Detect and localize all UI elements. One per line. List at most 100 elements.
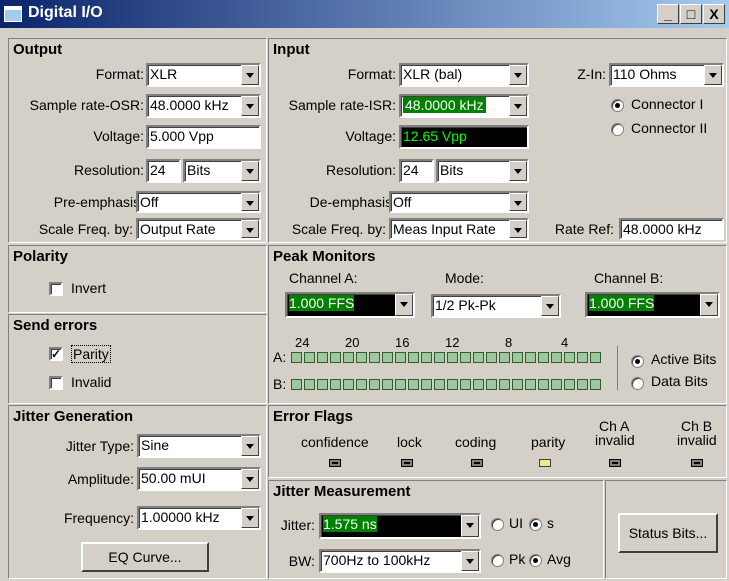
input-voltage-label: Voltage: <box>345 128 396 144</box>
minimize-button[interactable]: _ <box>657 4 679 24</box>
connector-1-radio[interactable] <box>611 99 624 112</box>
output-scale-select[interactable]: Output Rate <box>136 218 261 240</box>
bit-cell <box>564 379 575 390</box>
chevron-down-icon[interactable] <box>461 515 479 537</box>
bit-cell <box>473 352 484 363</box>
chevron-down-icon[interactable] <box>241 508 259 528</box>
chevron-down-icon[interactable] <box>509 193 527 211</box>
output-voltage-field[interactable]: 5.000 Vpp <box>146 125 261 149</box>
bit-cell <box>343 352 354 363</box>
status-bits-button[interactable]: Status Bits... <box>618 513 718 553</box>
cha-invalid-led <box>609 459 621 467</box>
bit-cell <box>486 379 497 390</box>
input-scale-select[interactable]: Meas Input Rate <box>389 218 529 240</box>
input-resolution-unit-select[interactable]: Bits <box>436 159 529 183</box>
chevron-down-icon[interactable] <box>241 161 259 181</box>
chevron-down-icon[interactable] <box>509 96 527 116</box>
bit-cell <box>343 379 354 390</box>
output-resolution-field[interactable]: 24 <box>146 159 181 183</box>
chevron-down-icon[interactable] <box>241 220 259 238</box>
bit-tick-16: 16 <box>395 335 410 350</box>
active-bits-radio[interactable] <box>631 355 644 368</box>
row-b-label: B: <box>273 376 287 392</box>
send-errors-header: Send errors <box>13 317 98 334</box>
output-format-select[interactable]: XLR <box>146 63 261 87</box>
status-bits-panel: Status Bits... <box>605 480 727 579</box>
parity-label: Parity <box>71 345 111 363</box>
amplitude-select[interactable]: 50.00 mUI <box>137 467 261 491</box>
bit-cell <box>577 352 588 363</box>
zin-value: 110 Ohms <box>613 66 677 82</box>
invert-checkbox[interactable] <box>49 282 63 296</box>
chevron-down-icon[interactable] <box>241 96 259 116</box>
chevron-down-icon[interactable] <box>700 294 718 316</box>
chevron-down-icon[interactable] <box>395 294 413 316</box>
output-sample-rate-select[interactable]: 48.0000 kHz <box>146 94 261 118</box>
chevron-down-icon[interactable] <box>704 65 722 85</box>
pk-radio[interactable] <box>491 554 504 567</box>
input-sample-rate-value: 48.0000 kHz <box>403 97 486 113</box>
chevron-down-icon[interactable] <box>509 220 527 238</box>
jitter-label: Jitter: <box>280 517 315 533</box>
input-deemphasis-select[interactable]: Off <box>389 191 529 213</box>
chevron-down-icon[interactable] <box>541 296 559 316</box>
ui-radio[interactable] <box>491 518 504 531</box>
input-resolution-unit-value: Bits <box>440 162 464 178</box>
send-errors-section: Send errors ✓ Parity Invalid <box>8 314 267 404</box>
mode-select[interactable]: 1/2 Pk-Pk <box>431 294 561 318</box>
connector-2-radio[interactable] <box>611 123 624 136</box>
frequency-select[interactable]: 1.00000 kHz <box>137 506 261 530</box>
bit-cell <box>382 379 393 390</box>
bit-cell <box>408 379 419 390</box>
data-bits-label: Data Bits <box>651 373 708 389</box>
bit-cell <box>551 379 562 390</box>
parity-led <box>539 459 551 467</box>
output-preemphasis-select[interactable]: Off <box>136 191 261 213</box>
output-sample-rate-value: 48.0000 kHz <box>150 97 229 113</box>
input-resolution-label: Resolution: <box>325 162 396 178</box>
jitter-type-select[interactable]: Sine <box>137 434 261 458</box>
error-flags-section: Error Flags confidence lock coding parit… <box>268 405 727 478</box>
chevron-down-icon[interactable] <box>241 436 259 456</box>
channel-b-label: Channel B: <box>594 270 664 286</box>
jitter-readout-select[interactable]: 1.575 ns <box>319 513 481 539</box>
output-resolution-unit-select[interactable]: Bits <box>183 159 261 183</box>
chevron-down-icon[interactable] <box>461 551 479 571</box>
bit-cell <box>356 379 367 390</box>
chevron-down-icon[interactable] <box>509 65 527 85</box>
bw-select[interactable]: 700Hz to 100kHz <box>319 549 481 573</box>
input-resolution-field[interactable]: 24 <box>399 159 434 183</box>
output-format-label: Format: <box>95 66 144 82</box>
avg-radio[interactable] <box>529 554 542 567</box>
channel-a-select[interactable]: 1.000 FFS <box>285 292 415 318</box>
bit-cell <box>434 352 445 363</box>
input-sample-rate-select[interactable]: 48.0000 kHz <box>399 94 529 118</box>
parity-checkbox[interactable]: ✓ <box>49 347 63 361</box>
channel-b-select[interactable]: 1.000 FFS <box>585 292 720 318</box>
title-bar[interactable]: Digital I/O _ □ X <box>0 0 729 28</box>
rate-ref-field[interactable]: 48.0000 kHz <box>619 218 724 240</box>
chevron-down-icon[interactable] <box>241 469 259 489</box>
close-button[interactable]: X <box>703 4 725 24</box>
data-bits-radio[interactable] <box>631 377 644 390</box>
eq-curve-button[interactable]: EQ Curve... <box>81 542 209 572</box>
chevron-down-icon[interactable] <box>241 193 259 211</box>
bit-tick-8: 8 <box>505 335 513 350</box>
chevron-down-icon[interactable] <box>509 161 527 181</box>
s-label: s <box>547 515 554 531</box>
bit-cell <box>473 379 484 390</box>
bit-cell <box>434 379 445 390</box>
chevron-down-icon[interactable] <box>241 65 259 85</box>
cha-invalid-bottom: invalid <box>595 432 635 448</box>
invalid-checkbox[interactable] <box>49 376 63 390</box>
bit-tick-20: 20 <box>345 335 360 350</box>
input-sample-rate-label: Sample rate-ISR: <box>288 97 396 113</box>
bit-cell <box>460 352 471 363</box>
input-format-select[interactable]: XLR (bal) <box>399 63 529 87</box>
s-radio[interactable] <box>529 518 542 531</box>
input-section: Input Format: XLR (bal) Z-In: 110 Ohms C… <box>268 38 727 243</box>
maximize-button[interactable]: □ <box>680 4 702 24</box>
pk-label: Pk <box>509 551 526 567</box>
zin-select[interactable]: 110 Ohms <box>609 63 724 87</box>
input-header: Input <box>273 41 310 58</box>
